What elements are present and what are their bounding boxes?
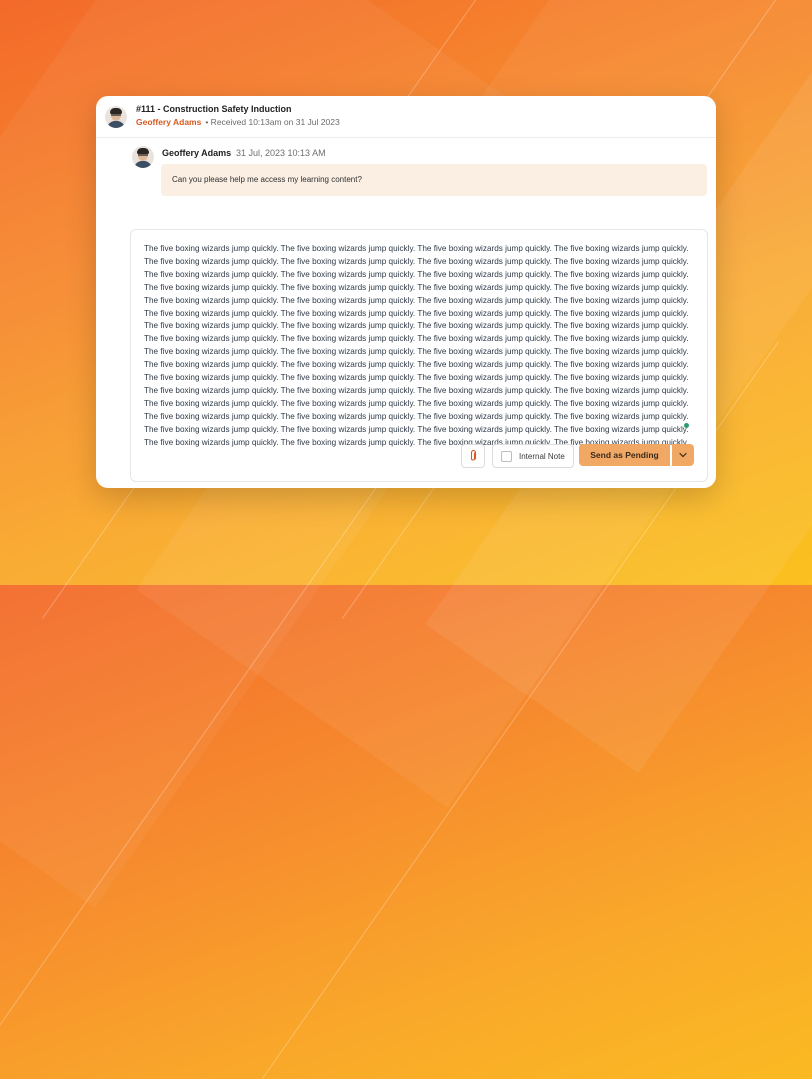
internal-note-checkbox[interactable] [501,450,512,462]
message-author: Geoffery Adams [162,148,232,158]
ticket-header: #111 - Construction Safety Induction Geo… [96,96,716,138]
internal-note-label: Internal Note [519,451,565,461]
ticket-title: #111 - Construction Safety Induction [136,104,292,114]
message-bubble: Can you please help me access my learnin… [161,164,707,196]
message-timestamp: 31 Jul, 2023 10:13 AM [236,148,326,158]
requester-avatar [105,106,127,128]
message-text: Can you please help me access my learnin… [172,175,362,184]
reply-textarea[interactable]: The five boxing wizards jump quickly. Th… [144,243,696,450]
internal-note-toggle[interactable]: Internal Note [492,444,574,468]
message-author-avatar [132,146,154,168]
ticket-meta: Geoffery Adams • Received 10:13am on 31 J… [136,117,340,127]
sender-name[interactable]: Geoffery Adams [136,117,201,127]
received-timestamp: • Received 10:13am on 31 Jul 2023 [205,117,340,127]
send-options-dropdown[interactable] [672,444,694,466]
send-as-pending-button[interactable]: Send as Pending [579,444,670,466]
chevron-down-icon [679,452,687,458]
attach-button[interactable] [461,444,485,468]
reply-composer[interactable]: The five boxing wizards jump quickly. Th… [130,229,708,482]
ticket-card: #111 - Construction Safety Induction Geo… [96,96,716,488]
online-dot-icon [684,423,689,428]
paperclip-icon [470,450,477,461]
